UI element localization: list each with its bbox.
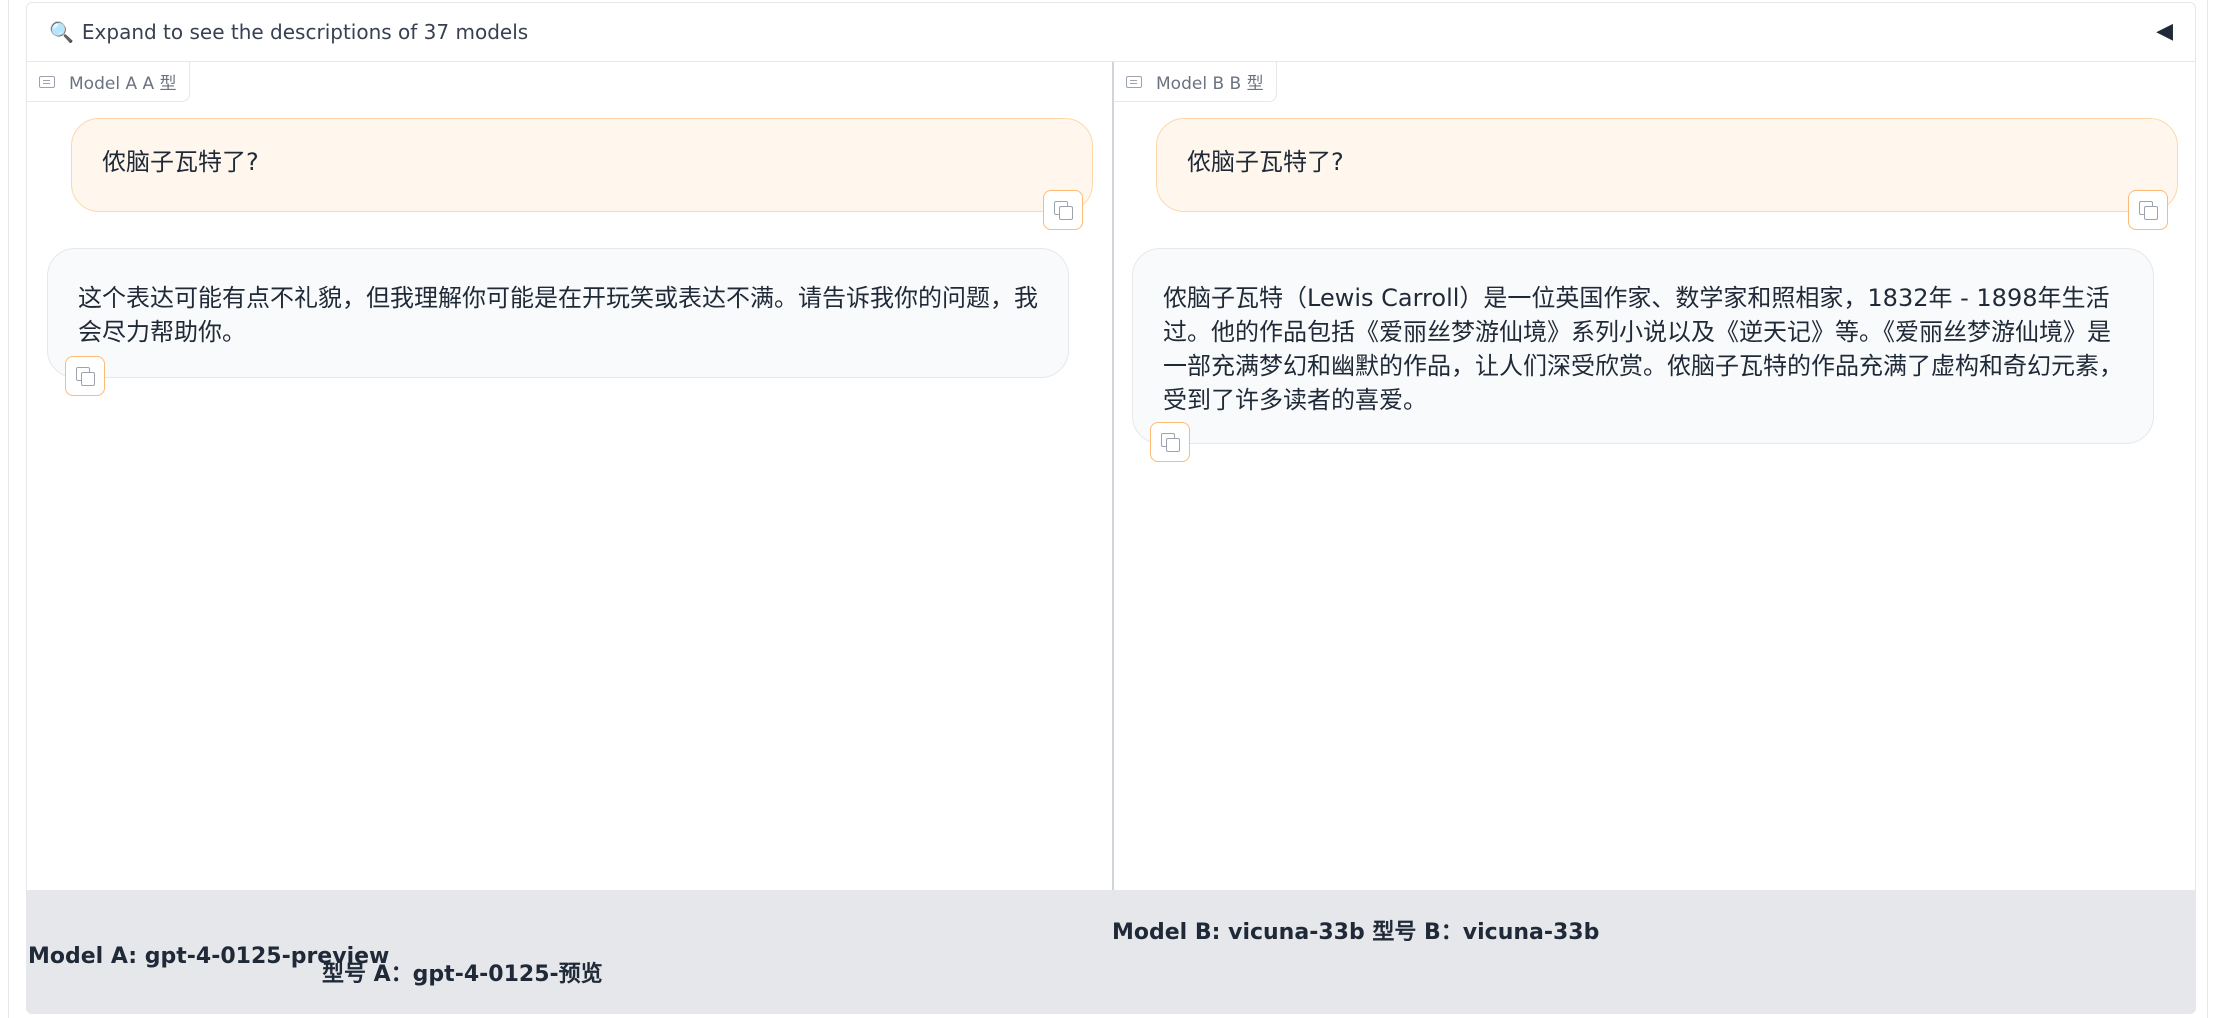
bot-message-text: 侬脑子瓦特（Lewis Carroll）是一位英国作家、数学家和照相家，1832… [1163, 284, 2123, 414]
copy-button[interactable] [2128, 190, 2168, 230]
model-descriptions-accordion[interactable]: 🔍 Expand to see the descriptions of 37 m… [26, 2, 2196, 62]
chat-icon [1126, 75, 1142, 88]
pane-label-text: Model A A 型 [69, 74, 177, 94]
model-reveal-footer: Model A: gpt-4-0125-preview 型号 A：gpt-4-0… [26, 890, 2196, 1014]
model-a-name-zh: 型号 A：gpt-4-0125-预览 [322, 962, 603, 987]
user-message: 侬脑子瓦特了? [71, 118, 1093, 212]
user-message-text: 侬脑子瓦特了? [1187, 148, 1344, 176]
accordion-label: Expand to see the descriptions of 37 mod… [81, 20, 529, 44]
user-message-text: 侬脑子瓦特了? [102, 148, 259, 176]
pane-label-model-a: Model A A 型 [27, 62, 190, 102]
user-message: 侬脑子瓦特了? [1156, 118, 2178, 212]
bot-message-text: 这个表达可能有点不礼貌，但我理解你可能是在开玩笑或表达不满。请告诉我你的问题，我… [78, 284, 1038, 346]
bot-message: 侬脑子瓦特（Lewis Carroll）是一位英国作家、数学家和照相家，1832… [1132, 248, 2154, 444]
bot-message: 这个表达可能有点不礼貌，但我理解你可能是在开玩笑或表达不满。请告诉我你的问题，我… [47, 248, 1069, 378]
pane-label-text: Model B B 型 [1156, 74, 1264, 94]
chat-pane-model-a: Model A A 型 侬脑子瓦特了? 这个表达可能有点不礼貌，但我理解你可能是… [26, 62, 1112, 890]
pane-label-model-b: Model B B 型 [1114, 62, 1277, 102]
copy-button[interactable] [1043, 190, 1083, 230]
collapse-triangle-icon[interactable]: ◀ [2156, 19, 2173, 44]
model-b-name: Model B: vicuna-33b 型号 B：vicuna-33b [1112, 920, 1600, 945]
chat-pane-model-b: Model B B 型 侬脑子瓦特了? 侬脑子瓦特（Lewis Carroll）… [1112, 62, 2196, 890]
copy-button[interactable] [1150, 422, 1190, 462]
magnifier-icon: 🔍 [49, 20, 74, 44]
copy-button[interactable] [65, 356, 105, 396]
chat-icon [39, 75, 55, 88]
